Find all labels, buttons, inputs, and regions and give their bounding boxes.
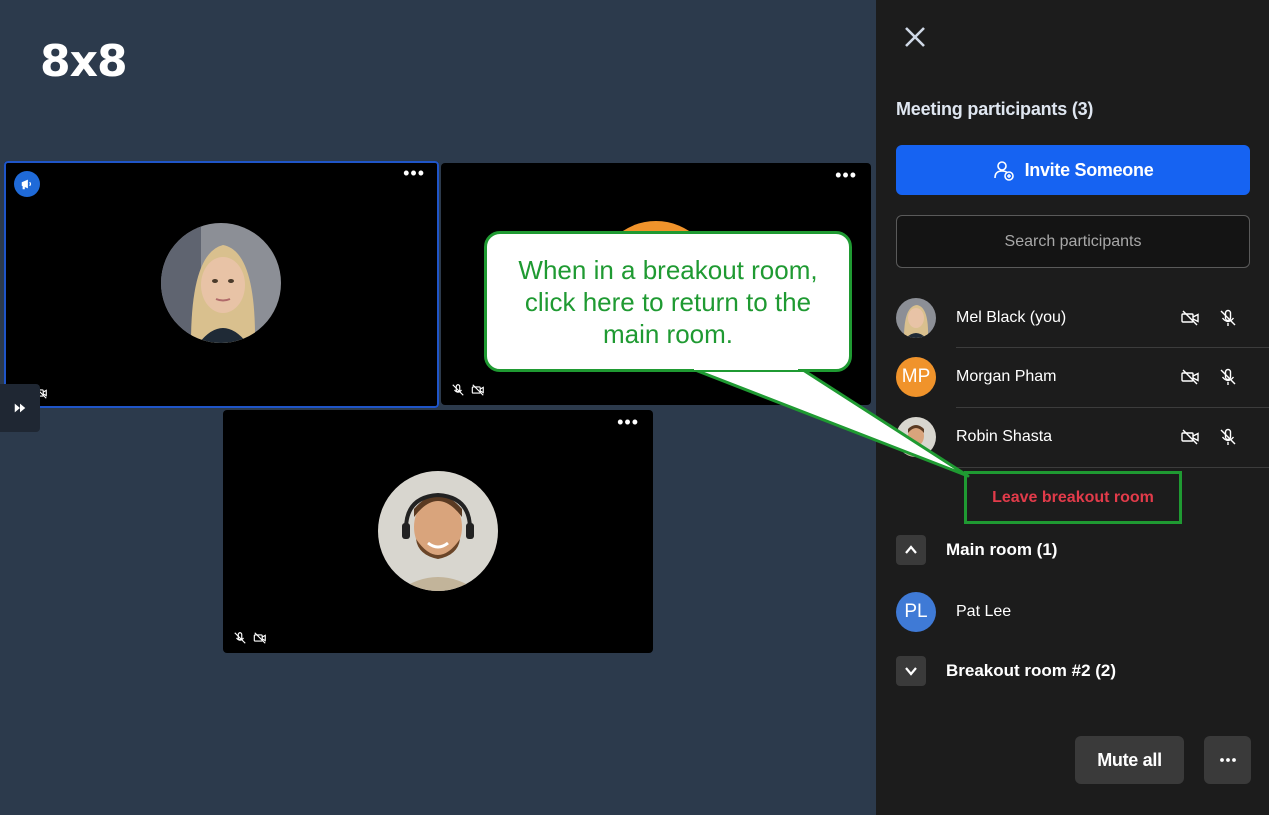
tile-status-icons: [233, 631, 267, 645]
participant-name: Morgan Pham: [956, 368, 1057, 385]
row-divider: [956, 467, 1269, 468]
chevron-down-icon[interactable]: [896, 656, 926, 686]
camera-off-icon: [253, 632, 266, 644]
callout-annotation: When in a breakout room, click here to r…: [484, 231, 852, 372]
search-participants-input[interactable]: [896, 215, 1250, 268]
video-tile-mel[interactable]: •••: [4, 161, 439, 408]
avatar-robin: [378, 471, 498, 591]
camera-off-icon: [471, 384, 484, 396]
close-icon[interactable]: [902, 24, 928, 50]
video-stage: 8x8 ••• ••• •••: [0, 0, 876, 815]
main-room-label: Main room (1): [946, 540, 1058, 559]
avatar: [896, 417, 936, 457]
tile-menu-button[interactable]: •••: [403, 164, 425, 182]
avatar: PL: [896, 592, 936, 632]
participant-name: Robin Shasta: [956, 428, 1053, 445]
mute-all-button[interactable]: Mute all: [1075, 736, 1184, 784]
more-horizontal-icon: [1219, 758, 1236, 762]
breakout-room-label: Breakout room #2 (2): [946, 661, 1117, 680]
mic-off-icon[interactable]: [1218, 427, 1238, 447]
tile-menu-button[interactable]: •••: [617, 413, 639, 431]
camera-off-icon[interactable]: [1180, 427, 1200, 447]
expand-filmstrip-button[interactable]: [0, 384, 40, 432]
leave-breakout-room-button[interactable]: Leave breakout room: [964, 471, 1182, 524]
mic-off-icon[interactable]: [1218, 367, 1238, 387]
participant-row[interactable]: Robin Shasta: [896, 407, 1269, 467]
fast-forward-icon: [14, 403, 26, 413]
participant-name: Pat Lee: [956, 603, 1012, 620]
participant-name: Mel Black (you): [956, 309, 1067, 326]
participant-row[interactable]: MP Morgan Pham: [896, 347, 1269, 407]
camera-off-icon[interactable]: [1180, 308, 1200, 328]
avatar: [896, 298, 936, 338]
callout-text: When in a breakout room, click here to r…: [518, 254, 818, 349]
invite-someone-button[interactable]: Invite Someone: [896, 145, 1250, 195]
camera-off-icon[interactable]: [1180, 367, 1200, 387]
video-tile-robin[interactable]: •••: [223, 410, 653, 653]
more-options-button[interactable]: [1204, 736, 1251, 784]
mic-off-icon: [234, 632, 246, 644]
invite-someone-label: Invite Someone: [1024, 159, 1154, 180]
chevron-up-icon[interactable]: [896, 535, 926, 565]
participant-row[interactable]: Mel Black (you): [896, 288, 1269, 348]
add-user-icon: [993, 161, 1014, 181]
app-logo: 8x8: [40, 36, 128, 87]
tile-status-icons: [451, 383, 485, 397]
main-room-header[interactable]: Main room (1): [896, 534, 1057, 566]
mic-off-icon[interactable]: [1218, 308, 1238, 328]
panel-title: Meeting participants (3): [896, 99, 1094, 119]
mic-off-icon: [452, 384, 464, 396]
breakout-room-header[interactable]: Breakout room #2 (2): [896, 655, 1116, 687]
tile-menu-button[interactable]: •••: [835, 166, 857, 184]
avatar: MP: [896, 357, 936, 397]
megaphone-icon[interactable]: [14, 171, 40, 197]
avatar-mel: [161, 223, 281, 343]
participant-row[interactable]: PL Pat Lee: [896, 582, 1269, 642]
